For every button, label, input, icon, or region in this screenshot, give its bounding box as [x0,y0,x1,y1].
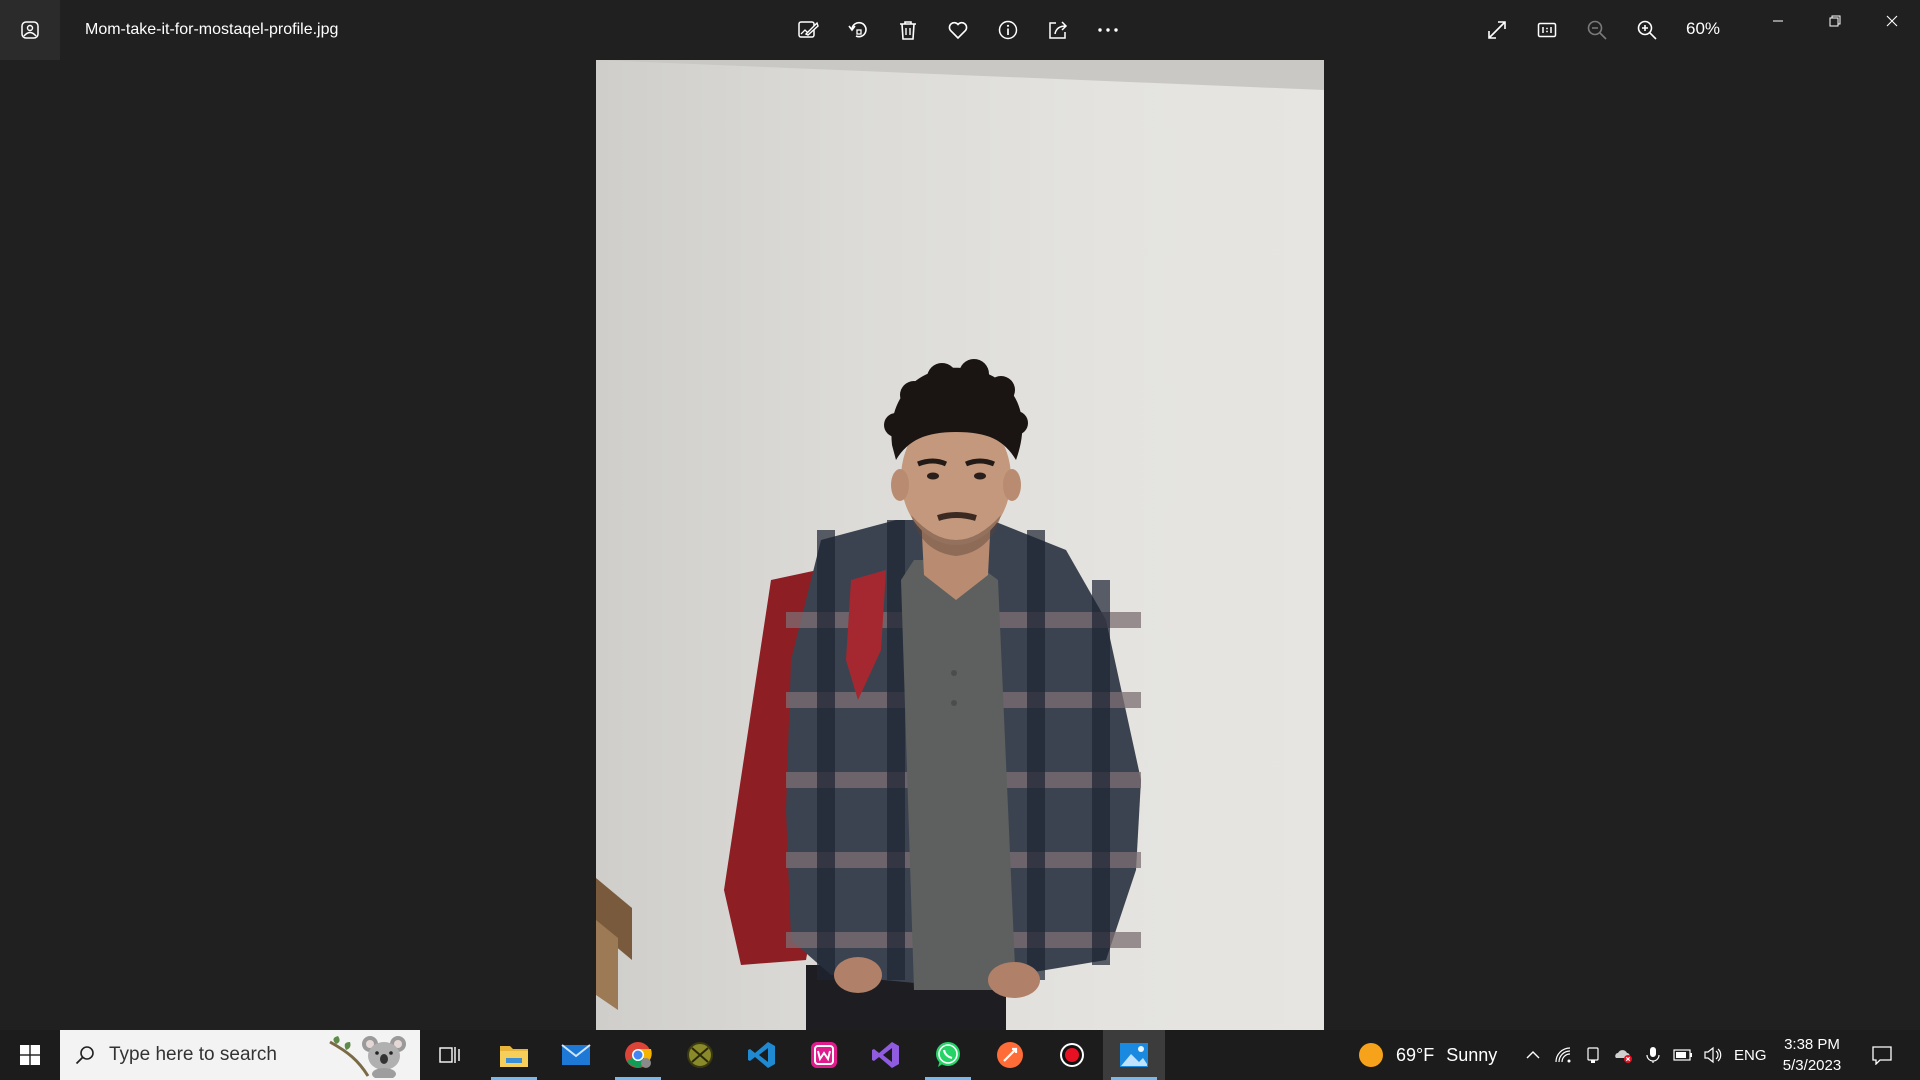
favorite-icon [948,21,968,40]
info-icon [998,20,1018,40]
clock[interactable]: 3:38 PM 5/3/2023 [1772,1030,1852,1080]
more-options-button[interactable] [1083,5,1133,55]
onedrive-error-icon [1615,1050,1632,1063]
sun-icon [1359,1043,1383,1067]
window-controls [1749,0,1920,42]
screen-recorder-taskbar-button[interactable] [1041,1030,1103,1080]
record-icon [1060,1043,1084,1067]
xbox-icon [687,1042,713,1068]
mail-icon [561,1044,591,1065]
koala-search-highlight-icon [328,1032,410,1078]
delete-button[interactable] [883,5,933,55]
photos-taskbar-button[interactable] [1103,1030,1165,1080]
minimize-button[interactable] [1749,0,1806,42]
notification-icon [1872,1046,1892,1065]
title-bar: Mom-take-it-for-mostaqel-profile.jpg 60% [0,0,1920,60]
edit-create-icon [798,21,819,38]
minimize-icon [1772,20,1783,22]
battery-icon [1673,1049,1692,1061]
delete-icon [900,21,916,40]
network-button[interactable] [1548,1030,1578,1080]
postman-taskbar-button[interactable] [979,1030,1041,1080]
language-indicator[interactable]: ENG [1734,1047,1767,1064]
notification-center-button[interactable] [1862,1030,1902,1080]
meet-now-button[interactable] [1578,1030,1608,1080]
zoom-level[interactable]: 60% [1686,0,1720,60]
favorite-button[interactable] [933,5,983,55]
volume-icon [1704,1046,1722,1064]
vs-code-taskbar-button[interactable] [731,1030,793,1080]
file-name: Mom-take-it-for-mostaqel-profile.jpg [85,21,339,38]
microphone-icon [1646,1047,1660,1063]
task-view-button[interactable] [425,1030,475,1080]
battery-button[interactable] [1668,1030,1698,1080]
task-view-icon [439,1047,460,1063]
whatsapp-taskbar-button[interactable] [917,1030,979,1080]
photos-icon [21,21,39,39]
clock-date: 5/3/2023 [1782,1057,1842,1074]
chrome-icon [625,1042,652,1068]
visual-studio-icon [872,1042,899,1068]
onedrive-button[interactable] [1608,1030,1638,1080]
expand-icon [1488,21,1506,39]
system-tray: ENG [1518,1030,1773,1080]
close-icon [1886,15,1897,27]
zoom-in-button[interactable] [1622,5,1672,55]
photo-toolbar [783,5,1133,55]
device-icon [1587,1047,1599,1063]
clock-time: 3:38 PM [1784,1036,1840,1053]
photos-app-icon[interactable] [0,0,60,60]
taskbar: Type here to search 69°F Sunny ENG 3:38 … [0,1030,1920,1080]
share-button[interactable] [1033,5,1083,55]
search-placeholder: Type here to search [109,1044,277,1065]
more-options-icon [1098,28,1118,32]
view-controls [1472,5,1672,55]
actual-size-icon [1537,22,1557,38]
zoom-in-icon [1637,20,1657,40]
windows-logo-icon [20,1045,40,1065]
mail-taskbar-button[interactable] [545,1030,607,1080]
search-icon [74,1044,96,1066]
vs-code-icon [748,1042,775,1068]
chevron-up-icon [1526,1051,1540,1059]
volume-button[interactable] [1698,1030,1728,1080]
portrait-photo [596,60,1324,1030]
rotate-icon [848,21,867,38]
wampserver-taskbar-button[interactable] [793,1030,855,1080]
share-icon [1049,21,1068,39]
zoom-out-button[interactable] [1572,5,1622,55]
whatsapp-icon [936,1042,960,1067]
weather-temp: 69°F [1396,1044,1435,1065]
rotate-button[interactable] [833,5,883,55]
photos-icon [1120,1043,1148,1067]
postman-icon [997,1042,1023,1068]
microphone-button[interactable] [1638,1030,1668,1080]
zoom-out-icon [1587,20,1607,40]
weather-widget[interactable]: 69°F Sunny [1358,1030,1497,1080]
show-hidden-icons-button[interactable] [1518,1030,1548,1080]
restore-button[interactable] [1806,0,1863,42]
fullscreen-button[interactable] [1472,5,1522,55]
wampserver-icon [811,1042,837,1068]
actual-size-button[interactable] [1522,5,1572,55]
weather-condition: Sunny [1446,1044,1498,1065]
edit-create-button[interactable] [783,5,833,55]
search-box[interactable]: Type here to search [60,1030,420,1080]
info-button[interactable] [983,5,1033,55]
file-explorer-icon [500,1046,528,1067]
chrome-taskbar-button[interactable] [607,1030,669,1080]
close-button[interactable] [1863,0,1920,42]
file-explorer-taskbar-button[interactable] [483,1030,545,1080]
xbox-taskbar-button[interactable] [669,1030,731,1080]
wifi-icon [1555,1047,1571,1063]
start-button[interactable] [0,1030,60,1080]
visual-studio-taskbar-button[interactable] [855,1030,917,1080]
restore-icon [1829,15,1840,27]
photo-canvas[interactable] [596,60,1324,1030]
